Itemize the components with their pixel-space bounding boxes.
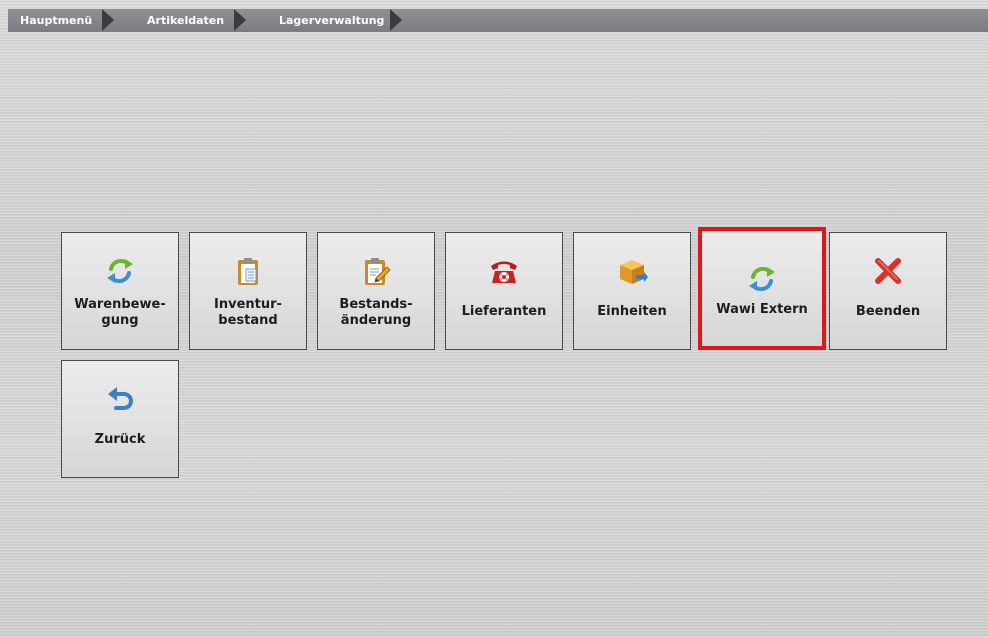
undo-arrow-icon (104, 383, 136, 415)
tile-label: Bestands- änderung (339, 297, 413, 328)
tile-label: Lieferanten (461, 304, 547, 319)
beenden-button[interactable]: Beenden (829, 232, 947, 350)
box-icon (616, 255, 648, 287)
clipboard-pencil-icon (360, 255, 392, 287)
breadcrumb-separator-icon (390, 9, 402, 31)
tile-label: Beenden (855, 304, 921, 319)
tile-label: Wawi Extern (716, 302, 808, 317)
breadcrumb-item-artikeldaten[interactable]: Artikeldaten (147, 9, 224, 32)
warenbewegung-button[interactable]: Warenbewe- gung (61, 232, 179, 350)
tile-label: Einheiten (597, 304, 667, 319)
breadcrumb: Hauptmenü Artikeldaten Lagerverwaltung (8, 9, 988, 32)
refresh-arrows-icon (104, 255, 136, 287)
bestandsaenderung-button[interactable]: Bestands- änderung (317, 232, 435, 350)
einheiten-button[interactable]: Einheiten (573, 232, 691, 350)
tile-label: Warenbewe- gung (74, 297, 166, 328)
lieferanten-button[interactable]: Lieferanten (445, 232, 563, 350)
breadcrumb-item-lagerverwaltung[interactable]: Lagerverwaltung (279, 9, 384, 32)
telephone-icon (488, 255, 520, 287)
refresh-arrows-icon (746, 263, 778, 295)
wawi-extern-button[interactable]: Wawi Extern (698, 227, 826, 350)
tile-label: Zurück (94, 432, 146, 447)
breadcrumb-separator-icon (102, 9, 114, 31)
tile-label: Inventur- bestand (214, 297, 282, 328)
zurueck-button[interactable]: Zurück (61, 360, 179, 478)
inventurbestand-button[interactable]: Inventur- bestand (189, 232, 307, 350)
breadcrumb-separator-icon (234, 9, 246, 31)
close-x-icon (872, 255, 904, 287)
breadcrumb-item-hauptmenu[interactable]: Hauptmenü (20, 9, 92, 32)
clipboard-icon (232, 255, 264, 287)
